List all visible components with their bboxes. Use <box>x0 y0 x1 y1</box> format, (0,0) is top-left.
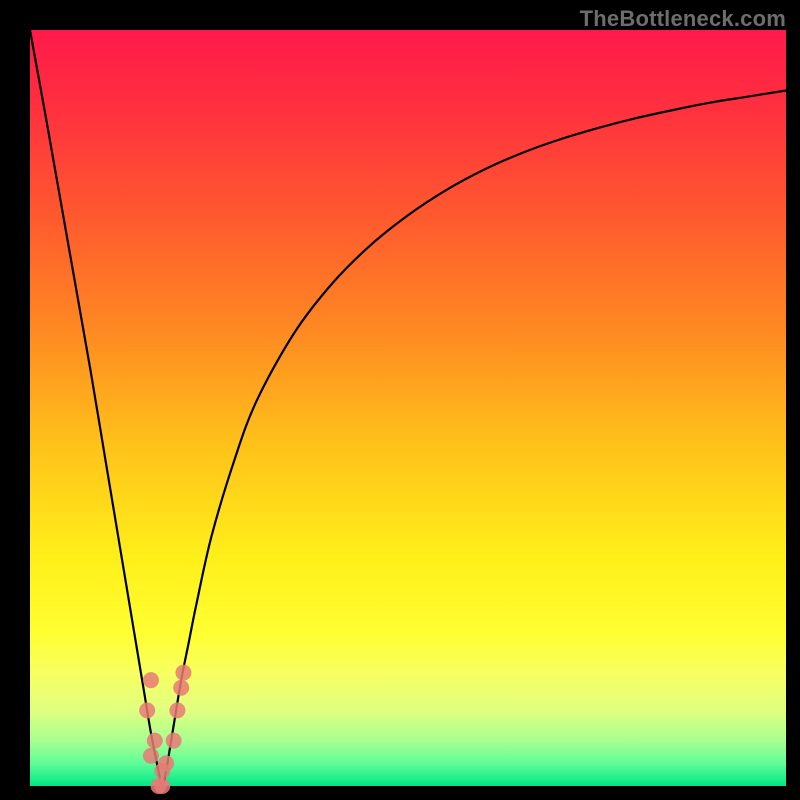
plot-background <box>30 30 786 786</box>
bottleneck-curve-chart <box>0 0 800 800</box>
bottleneck-marker <box>143 672 159 688</box>
chart-frame: TheBottleneck.com <box>0 0 800 800</box>
bottleneck-marker <box>147 733 163 749</box>
bottleneck-marker <box>139 702 155 718</box>
watermark-text: TheBottleneck.com <box>580 6 786 32</box>
bottleneck-marker <box>166 733 182 749</box>
bottleneck-marker <box>154 778 170 794</box>
bottleneck-marker <box>175 665 191 681</box>
bottleneck-marker <box>173 680 189 696</box>
bottleneck-marker <box>143 748 159 764</box>
bottleneck-marker <box>169 702 185 718</box>
bottleneck-marker <box>158 755 174 771</box>
